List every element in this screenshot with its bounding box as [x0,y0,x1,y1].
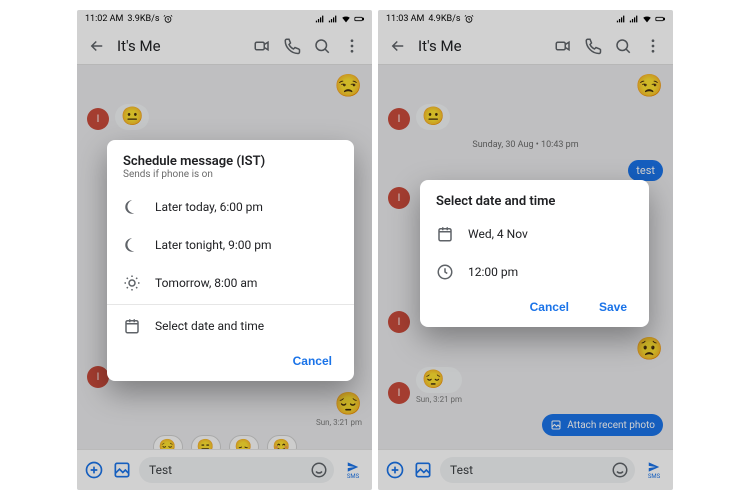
message-input-text: Test [149,463,172,477]
battery-icon [354,14,364,24]
message-input-text: Test [450,463,473,477]
message-emoji: 😒 [636,76,663,98]
attach-photo-chip[interactable]: Attach recent photo [542,414,663,436]
dialog-title: Schedule message (IST) [107,154,354,169]
date-picker-row[interactable]: Wed, 4 Nov [420,215,649,253]
dialog-subtitle: Sends if phone is on [107,169,354,188]
time-value: 12:00 pm [468,265,518,279]
message-time: Sun, 3:21 pm [316,418,362,427]
status-time: 11:02 AM [85,14,123,24]
more-button[interactable] [342,36,362,56]
gallery-button[interactable] [111,459,133,481]
wifi-icon [341,14,351,24]
more-button[interactable] [643,36,663,56]
calendar-icon [436,225,454,243]
status-net: 3.9KB/s [127,14,159,24]
suggestion-emoji[interactable]: 😔 [153,435,183,450]
schedule-option-tomorrow[interactable]: Tomorrow, 8:00 am [107,264,354,302]
search-button[interactable] [312,36,332,56]
send-button[interactable]: SMS [340,457,366,483]
calendar-icon [123,317,141,335]
phone-left: 11:02 AM 3.9KB/s It's Me 😒 I😐 Sunday, 30… [77,10,372,490]
add-button[interactable] [83,459,105,481]
signal-icon [328,14,338,24]
option-label: Later tonight, 9:00 pm [155,238,272,252]
cancel-button[interactable]: Cancel [287,353,338,369]
add-button[interactable] [384,459,406,481]
conversation-title: It's Me [418,37,543,55]
video-call-button[interactable] [252,36,272,56]
avatar: I [388,382,410,404]
message-emoji: 😒 [335,76,362,98]
send-label: SMS [648,474,660,480]
emoji-picker-button[interactable] [611,461,629,482]
schedule-dialog: Schedule message (IST) Sends if phone is… [107,140,354,381]
status-time: 11:03 AM [386,14,424,24]
phone-right: 11:03 AM 4.9KB/s It's Me 😒 I 😐 Sunday, 30… [378,10,673,490]
emoji-picker-button[interactable] [310,461,328,482]
compose-bar: Test SMS [77,449,372,490]
message-emoji: 😔 [416,367,462,393]
option-label: Tomorrow, 8:00 am [155,276,257,290]
cancel-button[interactable]: Cancel [524,299,575,315]
video-call-button[interactable] [553,36,573,56]
status-bar: 11:03 AM 4.9KB/s [378,10,673,28]
search-button[interactable] [613,36,633,56]
message-emoji: 😐 [115,104,149,130]
message-emoji: 😟 [636,339,663,361]
schedule-option-custom[interactable]: Select date and time [107,307,354,345]
status-bar: 11:02 AM 3.9KB/s [77,10,372,28]
back-button[interactable] [388,36,408,56]
datetime-dialog: Select date and time Wed, 4 Nov 12:00 pm… [420,180,649,327]
moon-icon [123,198,141,216]
message-emoji: 😔 [335,394,362,416]
app-bar: It's Me [77,28,372,65]
schedule-option-later-today[interactable]: Later today, 6:00 pm [107,188,354,226]
save-button[interactable]: Save [593,299,633,315]
conversation-title: It's Me [117,37,242,55]
signal-icon [616,14,626,24]
message-emoji: 😐 [416,104,450,130]
suggestion-row: 😔 😑 😞 😊 [87,435,362,450]
message-out: test [628,160,663,181]
suggestion-emoji[interactable]: 😞 [229,435,259,450]
gallery-button[interactable] [412,459,434,481]
message-input[interactable]: Test [440,457,635,483]
attach-label: Attach recent photo [567,420,655,431]
signal-icon [629,14,639,24]
avatar: I [388,187,410,209]
schedule-option-later-tonight[interactable]: Later tonight, 9:00 pm [107,226,354,264]
avatar: I [87,108,109,130]
option-label: Later today, 6:00 pm [155,200,263,214]
dialog-title: Select date and time [420,194,649,215]
send-button[interactable]: SMS [641,457,667,483]
message-input[interactable]: Test [139,457,334,483]
message-time: Sun, 3:21 pm [416,395,462,404]
sun-icon [123,274,141,292]
avatar: I [87,366,109,388]
day-stamp: Sunday, 30 Aug • 10:43 pm [388,140,663,150]
status-net: 4.9KB/s [428,14,460,24]
alarm-icon [464,14,474,24]
option-label: Select date and time [155,319,264,333]
app-bar: It's Me [378,28,673,65]
alarm-icon [163,14,173,24]
clock-icon [436,263,454,281]
battery-icon [655,14,665,24]
send-label: SMS [347,474,359,480]
wifi-icon [642,14,652,24]
image-icon [550,419,562,431]
moon-icon [123,236,141,254]
date-value: Wed, 4 Nov [468,227,528,241]
suggestion-emoji[interactable]: 😊 [267,435,297,450]
time-picker-row[interactable]: 12:00 pm [420,253,649,291]
avatar: I [388,311,410,333]
signal-icon [315,14,325,24]
call-button[interactable] [282,36,302,56]
compose-bar: Test SMS [378,449,673,490]
call-button[interactable] [583,36,603,56]
avatar: I [388,108,410,130]
back-button[interactable] [87,36,107,56]
suggestion-emoji[interactable]: 😑 [191,435,221,450]
